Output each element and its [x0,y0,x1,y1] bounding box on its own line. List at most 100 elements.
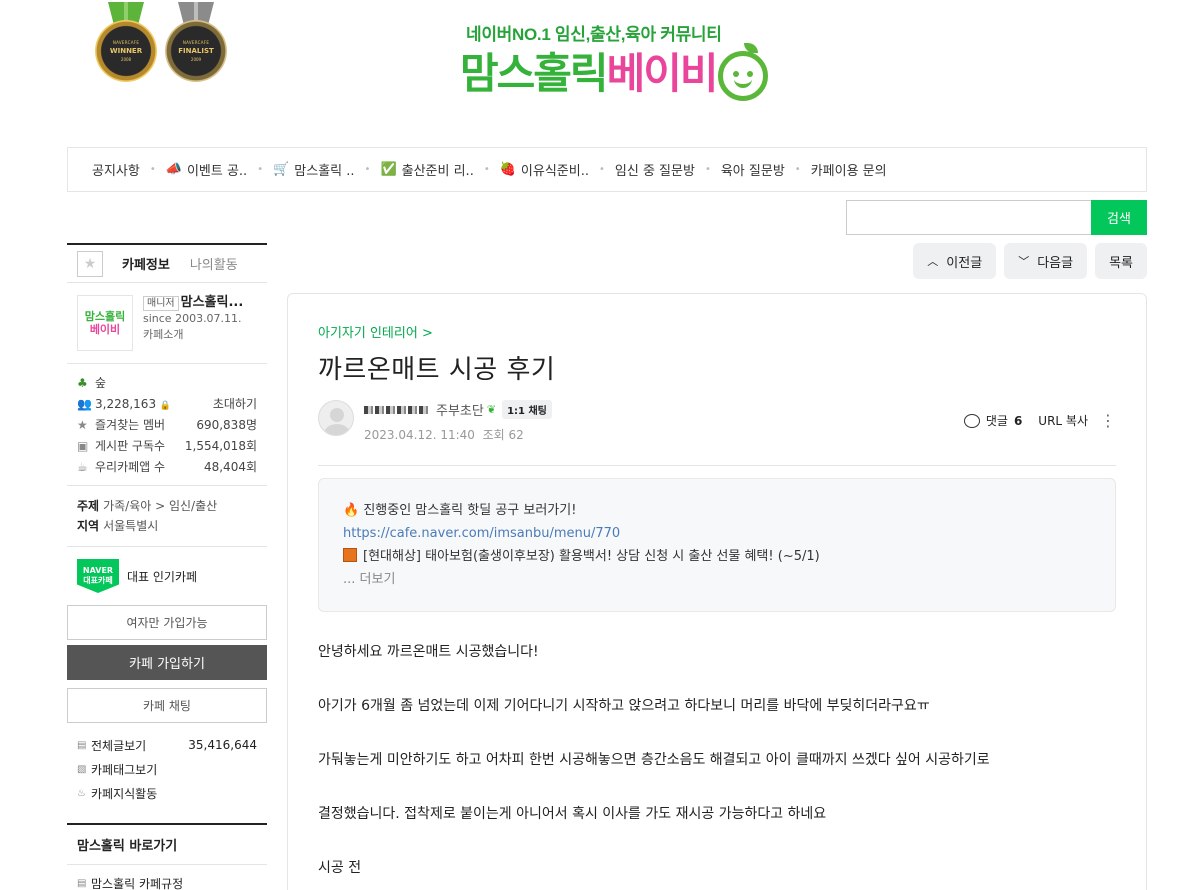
menu-item-babyfood[interactable]: 🍓 이유식준비.. [500,160,589,179]
cafe-since: since 2003.07.11. [143,312,242,325]
knowledge-icon: ♨ [77,787,86,799]
comment-icon[interactable] [963,413,980,428]
author-grade: 주부초단 [436,404,484,419]
menu-item-parenting-qa[interactable]: 육아 질문방 [721,160,785,179]
board-link[interactable]: 아기자기 인테리어 > [318,322,1116,341]
stat-row: ☕ 우리카페앱 수 48,404회 [77,459,257,475]
winner-medal: NAVERCAFE WINNER 2008 [94,2,158,86]
notice-more-link[interactable]: ... 더보기 [343,568,1091,591]
cafe-level: ♣ 숲 [77,375,107,391]
medal-caption: NAVERCAFE [182,40,210,45]
menu-separator: • [149,164,156,175]
tab-my-activity[interactable]: 나의활동 [190,254,238,273]
body-paragraph: 결정했습니다. 접착제로 붙이는게 아니어서 혹시 이사를 가도 재시공 가능하… [318,806,827,822]
cafe-topic: 주제 가족/육아 > 임신/출산 지역 서울특별시 [67,486,267,547]
star-icon: ★ [77,417,88,432]
cafe-intro-link[interactable]: 카페소개 [143,327,243,343]
cafe-thumbnail[interactable]: 맘스홀릭 베이비 [77,295,133,351]
author-nickname-blurred[interactable] [364,405,430,414]
tags-link[interactable]: ▧ 카페태그보기 [77,757,257,781]
stat-row: ★ 즐겨찾는 멤버 690,838명 [77,417,257,433]
comments-label[interactable]: 댓글 [986,412,1008,429]
menu-separator: • [364,164,371,175]
cafe-name[interactable]: 맘스홀릭... [181,295,244,310]
body-paragraph: 시공 전 [318,860,362,876]
finalist-medal: NAVERCAFE FINALIST 2009 [164,2,228,86]
article-panel: 아기자기 인테리어 > 까르온매트 시공 후기 주부초단 ❦ 1:1 채팅 20… [287,293,1147,890]
thumb-text: 맘스홀릭 [84,310,126,323]
list-icon: ▤ [77,739,87,751]
menu-item-inquiry[interactable]: 카페이용 문의 [811,160,887,179]
menu-item-birth-prep[interactable]: ✅ 출산준비 리.. [380,160,473,179]
all-posts-link[interactable]: ▤ 전체글보기 35,416,644 [77,733,257,757]
tab-cafe-info[interactable]: 카페정보 [122,254,170,273]
tree-icon: ♣ [77,375,88,390]
rss-icon: ▣ [77,438,89,453]
search-input[interactable] [846,200,1091,235]
cafe-notice-box: 🔥 진행중인 맘스홀릭 핫딜 공구 보러가기! https://cafe.nav… [318,478,1116,612]
megaphone-icon: 📣 [165,162,182,177]
tag-icon: ▧ [77,763,87,775]
baby-face-icon [718,43,769,101]
search-button[interactable]: 검색 [1091,200,1147,235]
menu-item-event[interactable]: 📣 이벤트 공.. [166,160,247,179]
orange-square-icon [343,548,357,562]
cart-icon: 🛒 [273,162,290,177]
list-button[interactable]: 목록 [1095,243,1147,279]
prev-post-button[interactable]: ︿ 이전글 [913,243,997,279]
knowledge-link[interactable]: ♨ 카페지식활동 [77,781,257,805]
cafe-logo[interactable]: 네이버NO.1 임신,출산,육아 커뮤니티 맘스홀릭 베이비 [460,20,780,101]
menu-item-notice[interactable]: 공지사항 [92,160,140,179]
fire-icon: 🔥 [343,503,360,518]
body-paragraph: 아기가 6개월 좀 넘었는데 이제 기어다니기 시작하고 앉으려고 하다보니 머… [318,698,930,714]
menu-separator: • [599,164,605,175]
cafe-sidebar: ★ 카페정보 나의활동 맘스홀릭 베이비 매니저 맘스홀릭... since 20… [67,243,267,890]
stat-row: ▣ 게시판 구독수 1,554,018회 [77,438,257,454]
sprout-icon: ❦ [486,403,497,416]
rep-cafe-label: 대표 인기카페 [127,569,198,584]
notice-link[interactable]: https://cafe.naver.com/imsanbu/menu/770 [343,522,1091,545]
post-date: 2023.04.12. 11:40 [364,428,475,442]
menu-separator: • [704,164,711,175]
cafe-chat-button[interactable]: 카페 채팅 [67,688,267,723]
author-avatar[interactable] [318,400,354,436]
medal-title: WINNER [109,47,143,55]
medal-title: FINALIST [178,47,214,55]
notice-text: 진행중인 맘스홀릭 핫딜 공구 보러가기! [363,503,577,518]
url-copy-button[interactable]: URL 복사 [1038,412,1088,429]
logo-text-main: 맘스홀릭 [460,49,609,98]
list-icon: ▤ [77,877,87,889]
notice-text: [현대해상] 태아보험(출생이후보장) 활용백서! 상담 신청 시 출산 선물 … [363,549,820,564]
women-only-notice: 여자만 가입가능 [67,605,267,640]
members-icon: 👥 [77,396,92,411]
menu-separator: • [257,164,264,175]
cafe-rules-link[interactable]: ▤ 맘스홀릭 카페규정 [77,871,257,890]
view-count: 조회 62 [482,428,524,442]
shortcut-title: 맘스홀릭 바로가기 [67,823,267,865]
medal-year: 2008 [120,57,132,62]
invite-link[interactable]: 초대하기 [213,395,257,412]
more-options-icon[interactable]: ⋮ [1100,412,1116,428]
article-nav: ︿ 이전글 ﹀ 다음글 목록 [913,243,1147,279]
member-count: 👥 3,228,163 🔒 초대하기 [77,395,257,412]
cafe-search: 검색 [846,200,1147,235]
manager-badge: 매니저 [143,296,179,311]
article-body: 안녕하세요 까르온매트 시공했습니다! 아기가 6개월 좀 넘었는데 이제 기어… [318,642,1116,878]
body-paragraph: 안녕하세요 까르온매트 시공했습니다! [318,644,539,660]
strawberry-icon: 🍓 [499,162,516,177]
cafe-tagline: 네이버NO.1 임신,출산,육아 커뮤니티 [466,25,722,44]
lock-icon: 🔒 [159,400,172,411]
medal-caption: NAVERCAFE [112,40,140,45]
app-icon: ☕ [77,459,88,474]
menu-separator: • [483,164,490,175]
chat-button[interactable]: 1:1 채팅 [502,400,552,419]
next-post-button[interactable]: ﹀ 다음글 [1004,243,1088,279]
menu-item-shop[interactable]: 🛒 맘스홀릭 .. [273,160,354,179]
chevron-up-icon: ︿ [927,255,939,268]
favorite-star-icon[interactable]: ★ [77,250,103,277]
body-paragraph: 가둬놓는게 미안하기도 하고 어차피 한번 시공해놓으면 층간소음도 해결되고 … [318,752,990,768]
menu-item-pregnancy-qa[interactable]: 임신 중 질문방 [615,160,695,179]
chevron-down-icon: ﹀ [1018,255,1030,268]
thumb-text: 베이비 [89,323,121,336]
join-cafe-button[interactable]: 카페 가입하기 [67,645,267,680]
